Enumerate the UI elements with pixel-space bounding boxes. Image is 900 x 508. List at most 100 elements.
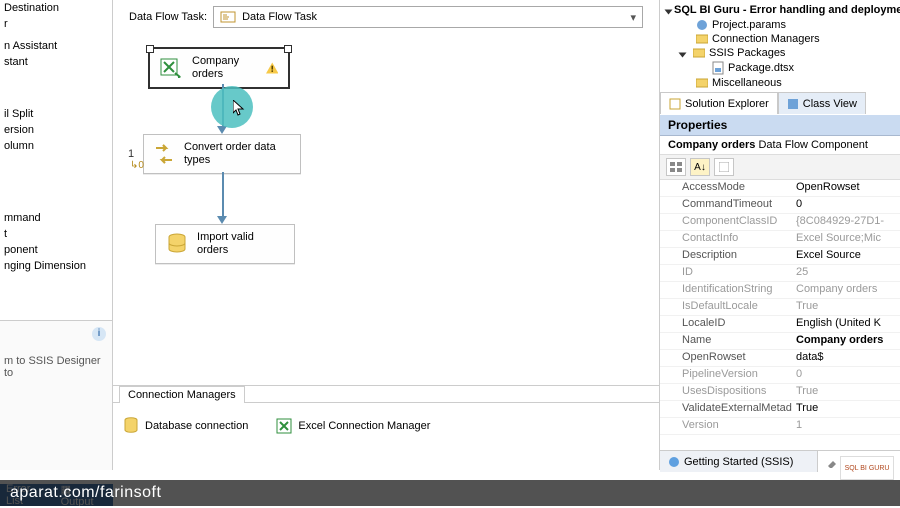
property-value[interactable]: OpenRowset (792, 180, 900, 196)
properties-grid[interactable]: AccessModeOpenRowsetCommandTimeout0Compo… (660, 180, 900, 435)
toolbox-item[interactable]: r (0, 16, 112, 32)
connection-excel[interactable]: Excel Connection Manager (276, 418, 430, 434)
node-label: Import valid orders (197, 231, 284, 257)
property-row[interactable]: LocaleIDEnglish (United K (660, 316, 900, 333)
property-name: ComponentClassID (660, 214, 792, 230)
database-destination-icon (166, 233, 187, 255)
property-row[interactable]: NameCompany orders (660, 333, 900, 350)
property-row[interactable]: UsesDispositionsTrue (660, 384, 900, 401)
connection-label: Database connection (145, 420, 248, 432)
property-value[interactable]: English (United K (792, 316, 900, 332)
tree-label: SSIS Packages (709, 47, 785, 59)
folder-icon (696, 33, 708, 45)
property-value[interactable]: 25 (792, 265, 900, 281)
property-row[interactable]: IdentificationStringCompany orders (660, 282, 900, 299)
tree-label: Miscellaneous (712, 77, 782, 89)
mouse-pointer-icon (233, 100, 245, 116)
excel-source-icon (160, 57, 182, 79)
tree-packages-folder[interactable]: SSIS Packages (666, 46, 894, 60)
node-import-valid-orders[interactable]: Import valid orders (155, 224, 295, 264)
alphabetical-button[interactable]: A↓ (690, 158, 710, 176)
solution-icon (669, 98, 681, 110)
data-flow-task-dropdown[interactable]: Data Flow Task ▾ (213, 6, 643, 28)
property-value[interactable]: Company orders (792, 282, 900, 298)
toolbox-item[interactable]: stant (0, 54, 112, 70)
connection-database[interactable]: Database connection (123, 417, 248, 435)
arrow-head-icon (217, 216, 227, 224)
property-row[interactable]: PipelineVersion0 (660, 367, 900, 384)
property-row[interactable]: OpenRowsetdata$ (660, 350, 900, 367)
property-value[interactable]: 0 (792, 367, 900, 383)
property-row[interactable]: ComponentClassID{8C084929-27D1- (660, 214, 900, 231)
connection-managers-panel: Connection Managers Database connection … (113, 385, 659, 470)
property-row[interactable]: DescriptionExcel Source (660, 248, 900, 265)
toolbox-panel: Destination r n Assistant stant il Split… (0, 0, 113, 320)
property-row[interactable]: Version1 (660, 418, 900, 435)
property-value[interactable]: data$ (792, 350, 900, 366)
toolbox-item[interactable]: n Assistant (0, 38, 112, 54)
tree-label: Project.params (712, 19, 786, 31)
tree-package-file[interactable]: Package.dtsx (666, 60, 894, 76)
property-row[interactable]: ID25 (660, 265, 900, 282)
property-value[interactable]: Company orders (792, 333, 900, 349)
property-row[interactable]: AccessModeOpenRowset (660, 180, 900, 197)
property-value[interactable]: Excel Source;Mic (792, 231, 900, 247)
properties-panel: Properties Company orders Data Flow Comp… (660, 115, 900, 425)
property-name: IdentificationString (660, 282, 792, 298)
folder-icon (696, 77, 708, 89)
toolbox-item[interactable]: mmand (0, 210, 112, 226)
property-name: Version (660, 418, 792, 434)
toolbox-item[interactable]: ponent (0, 242, 112, 258)
property-value[interactable]: True (792, 299, 900, 315)
tab-class-view[interactable]: Class View (778, 92, 866, 114)
tab-getting-started[interactable]: Getting Started (SSIS) (660, 451, 801, 472)
property-name: ID (660, 265, 792, 281)
flow-arrow[interactable] (222, 172, 224, 218)
toolbox-item[interactable]: nging Dimension (0, 258, 112, 274)
toolbox-item[interactable]: olumn (0, 138, 112, 154)
tree-label: SQL BI Guru - Error handling and deploym… (674, 4, 900, 16)
node-company-orders[interactable]: Company orders (149, 48, 289, 88)
info-icon[interactable]: i (92, 327, 106, 341)
property-value[interactable]: Excel Source (792, 248, 900, 264)
properties-subject: Company orders Data Flow Component (660, 136, 900, 155)
property-row[interactable]: IsDefaultLocaleTrue (660, 299, 900, 316)
toolbox-help-panel: i m to SSIS Designer to (0, 320, 113, 470)
tab-label: Getting Started (SSIS) (684, 456, 793, 468)
property-row[interactable]: ContactInfoExcel Source;Mic (660, 231, 900, 248)
task-icon (220, 10, 236, 24)
tree-conn-managers[interactable]: Connection Managers (666, 32, 894, 46)
property-pages-button[interactable] (714, 158, 734, 176)
class-view-icon (787, 98, 799, 110)
property-row[interactable]: ValidateExternalMetadataTrue (660, 401, 900, 418)
property-value[interactable]: True (792, 384, 900, 400)
tab-solution-explorer[interactable]: Solution Explorer (660, 92, 778, 114)
expand-toggle[interactable] (680, 49, 689, 58)
warning-icon (266, 61, 279, 75)
folder-icon (693, 47, 705, 59)
categorized-button[interactable] (666, 158, 686, 176)
node-label: Convert order data types (184, 141, 290, 167)
cursor-highlight (211, 86, 253, 128)
property-value[interactable]: 0 (792, 197, 900, 213)
toolbox-item[interactable]: il Split (0, 106, 112, 122)
property-name: UsesDispositions (660, 384, 792, 400)
dtsx-file-icon (712, 61, 724, 75)
data-flow-label: Data Flow Task: (129, 11, 207, 23)
toolbox-item[interactable]: Destination (0, 0, 112, 16)
property-row[interactable]: CommandTimeout0 (660, 197, 900, 214)
design-canvas[interactable]: Company orders 1 Convert order data type… (113, 34, 659, 385)
connection-managers-tab[interactable]: Connection Managers (119, 386, 245, 403)
designer-panel: Data Flow Task: Data Flow Task ▾ Company… (113, 0, 660, 470)
toolbox-item[interactable]: ersion (0, 122, 112, 138)
property-value[interactable]: 1 (792, 418, 900, 434)
database-icon (123, 417, 139, 435)
tree-misc[interactable]: Miscellaneous (666, 76, 894, 90)
tree-project[interactable]: SQL BI Guru - Error handling and deploym… (666, 2, 894, 18)
node-convert-data-types[interactable]: 1 Convert order data types ↳0 (143, 134, 301, 174)
property-value[interactable]: {8C084929-27D1- (792, 214, 900, 230)
property-name: Name (660, 333, 792, 349)
property-value[interactable]: True (792, 401, 900, 417)
tree-params[interactable]: Project.params (666, 18, 894, 32)
toolbox-item[interactable]: t (0, 226, 112, 242)
